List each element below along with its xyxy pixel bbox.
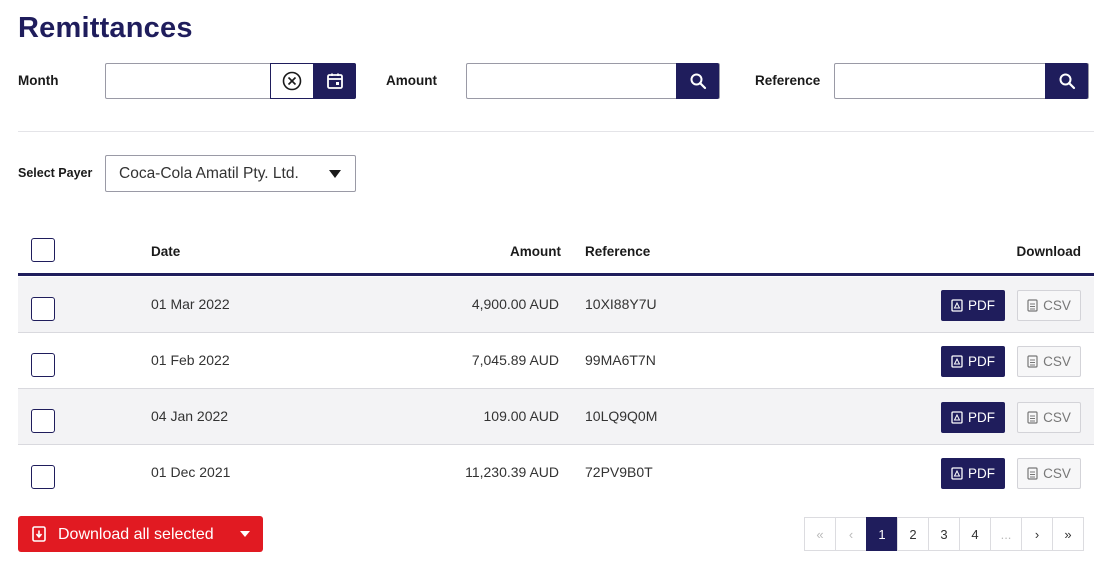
month-field[interactable] xyxy=(105,63,356,99)
search-icon xyxy=(690,73,706,90)
page-button-1[interactable]: 1 xyxy=(866,517,898,551)
first-page-button[interactable]: « xyxy=(804,517,836,551)
pdf-download-button[interactable]: PDF xyxy=(941,346,1005,377)
csv-download-button[interactable]: CSV xyxy=(1017,290,1081,321)
csv-download-button[interactable]: CSV xyxy=(1017,346,1081,377)
table-header-rule xyxy=(18,273,1094,276)
clear-month-button[interactable] xyxy=(270,63,313,99)
document-icon xyxy=(1027,411,1038,424)
document-icon xyxy=(1027,467,1038,480)
row-reference: 99MA6T7N xyxy=(585,352,656,368)
pdf-download-button[interactable]: PDF xyxy=(941,402,1005,433)
pdf-download-button[interactable]: PDF xyxy=(941,458,1005,489)
column-header-reference: Reference xyxy=(585,244,651,259)
caret-down-icon xyxy=(239,531,250,537)
row-date: 01 Mar 2022 xyxy=(151,296,230,312)
reference-label: Reference xyxy=(755,73,821,88)
pdf-label: PDF xyxy=(968,298,995,313)
row-amount: 11,230.39 AUD xyxy=(465,464,559,480)
download-all-selected-button[interactable]: Download all selected xyxy=(18,516,263,552)
table-row: 01 Mar 2022 4,900.00 AUD 10XI88Y7U PDF C… xyxy=(18,277,1094,333)
amount-label: Amount xyxy=(386,73,437,88)
row-date: 04 Jan 2022 xyxy=(151,408,229,424)
row-checkbox[interactable] xyxy=(31,409,55,433)
next-page-button[interactable]: › xyxy=(1021,517,1053,551)
row-amount: 109.00 AUD xyxy=(483,408,560,424)
row-amount: 7,045.89 AUD xyxy=(471,352,559,368)
pagination: « ‹ 1 2 3 4 ... › » xyxy=(804,517,1084,551)
column-header-amount: Amount xyxy=(510,244,561,259)
pdf-label: PDF xyxy=(968,466,995,481)
row-date: 01 Feb 2022 xyxy=(151,352,230,368)
row-reference: 72PV9B0T xyxy=(585,464,653,480)
pagination-ellipsis: ... xyxy=(990,517,1022,551)
csv-download-button[interactable]: CSV xyxy=(1017,458,1081,489)
pdf-label: PDF xyxy=(968,410,995,425)
clear-circle-icon xyxy=(282,71,302,91)
table-row: 01 Dec 2021 11,230.39 AUD 72PV9B0T PDF C… xyxy=(18,445,1094,501)
calendar-icon xyxy=(326,73,343,89)
page-button-3[interactable]: 3 xyxy=(928,517,960,551)
csv-label: CSV xyxy=(1043,410,1071,425)
csv-label: CSV xyxy=(1043,298,1071,313)
caret-down-icon xyxy=(329,170,341,178)
csv-label: CSV xyxy=(1043,354,1071,369)
filter-divider xyxy=(18,131,1094,132)
pdf-download-button[interactable]: PDF xyxy=(941,290,1005,321)
page-button-4[interactable]: 4 xyxy=(959,517,991,551)
column-header-date: Date xyxy=(151,244,181,259)
payer-label: Select Payer xyxy=(18,166,93,180)
document-icon xyxy=(1027,355,1038,368)
row-checkbox[interactable] xyxy=(31,353,55,377)
reference-field[interactable] xyxy=(834,63,1089,99)
reference-search-button[interactable] xyxy=(1045,63,1088,99)
download-options-toggle[interactable] xyxy=(226,516,263,552)
pdf-file-icon xyxy=(951,467,963,480)
table-row: 01 Feb 2022 7,045.89 AUD 99MA6T7N PDF CS… xyxy=(18,333,1094,389)
row-date: 01 Dec 2021 xyxy=(151,464,231,480)
pdf-label: PDF xyxy=(968,354,995,369)
month-label: Month xyxy=(18,73,59,88)
pdf-file-icon xyxy=(951,411,963,424)
pdf-file-icon xyxy=(951,299,963,312)
prev-page-button[interactable]: ‹ xyxy=(835,517,867,551)
page-title: Remittances xyxy=(18,12,193,44)
payer-selected-value: Coca-Cola Amatil Pty. Ltd. xyxy=(119,164,299,182)
row-reference: 10LQ9Q0M xyxy=(585,408,658,424)
search-icon xyxy=(1059,73,1075,90)
calendar-button[interactable] xyxy=(313,63,356,99)
download-all-label: Download all selected xyxy=(58,526,214,543)
download-file-icon xyxy=(32,526,46,542)
row-reference: 10XI88Y7U xyxy=(585,296,657,312)
document-icon xyxy=(1027,299,1038,312)
column-header-download: Download xyxy=(1016,244,1082,259)
row-checkbox[interactable] xyxy=(31,465,55,489)
amount-field[interactable] xyxy=(466,63,720,99)
row-checkbox[interactable] xyxy=(31,297,55,321)
payer-select[interactable]: Coca-Cola Amatil Pty. Ltd. xyxy=(105,155,356,192)
last-page-button[interactable]: » xyxy=(1052,517,1084,551)
row-amount: 4,900.00 AUD xyxy=(471,296,559,312)
csv-label: CSV xyxy=(1043,466,1071,481)
csv-download-button[interactable]: CSV xyxy=(1017,402,1081,433)
table-row: 04 Jan 2022 109.00 AUD 10LQ9Q0M PDF CSV xyxy=(18,389,1094,445)
select-all-checkbox[interactable] xyxy=(31,238,55,262)
amount-search-button[interactable] xyxy=(676,63,719,99)
page-button-2[interactable]: 2 xyxy=(897,517,929,551)
pdf-file-icon xyxy=(951,355,963,368)
